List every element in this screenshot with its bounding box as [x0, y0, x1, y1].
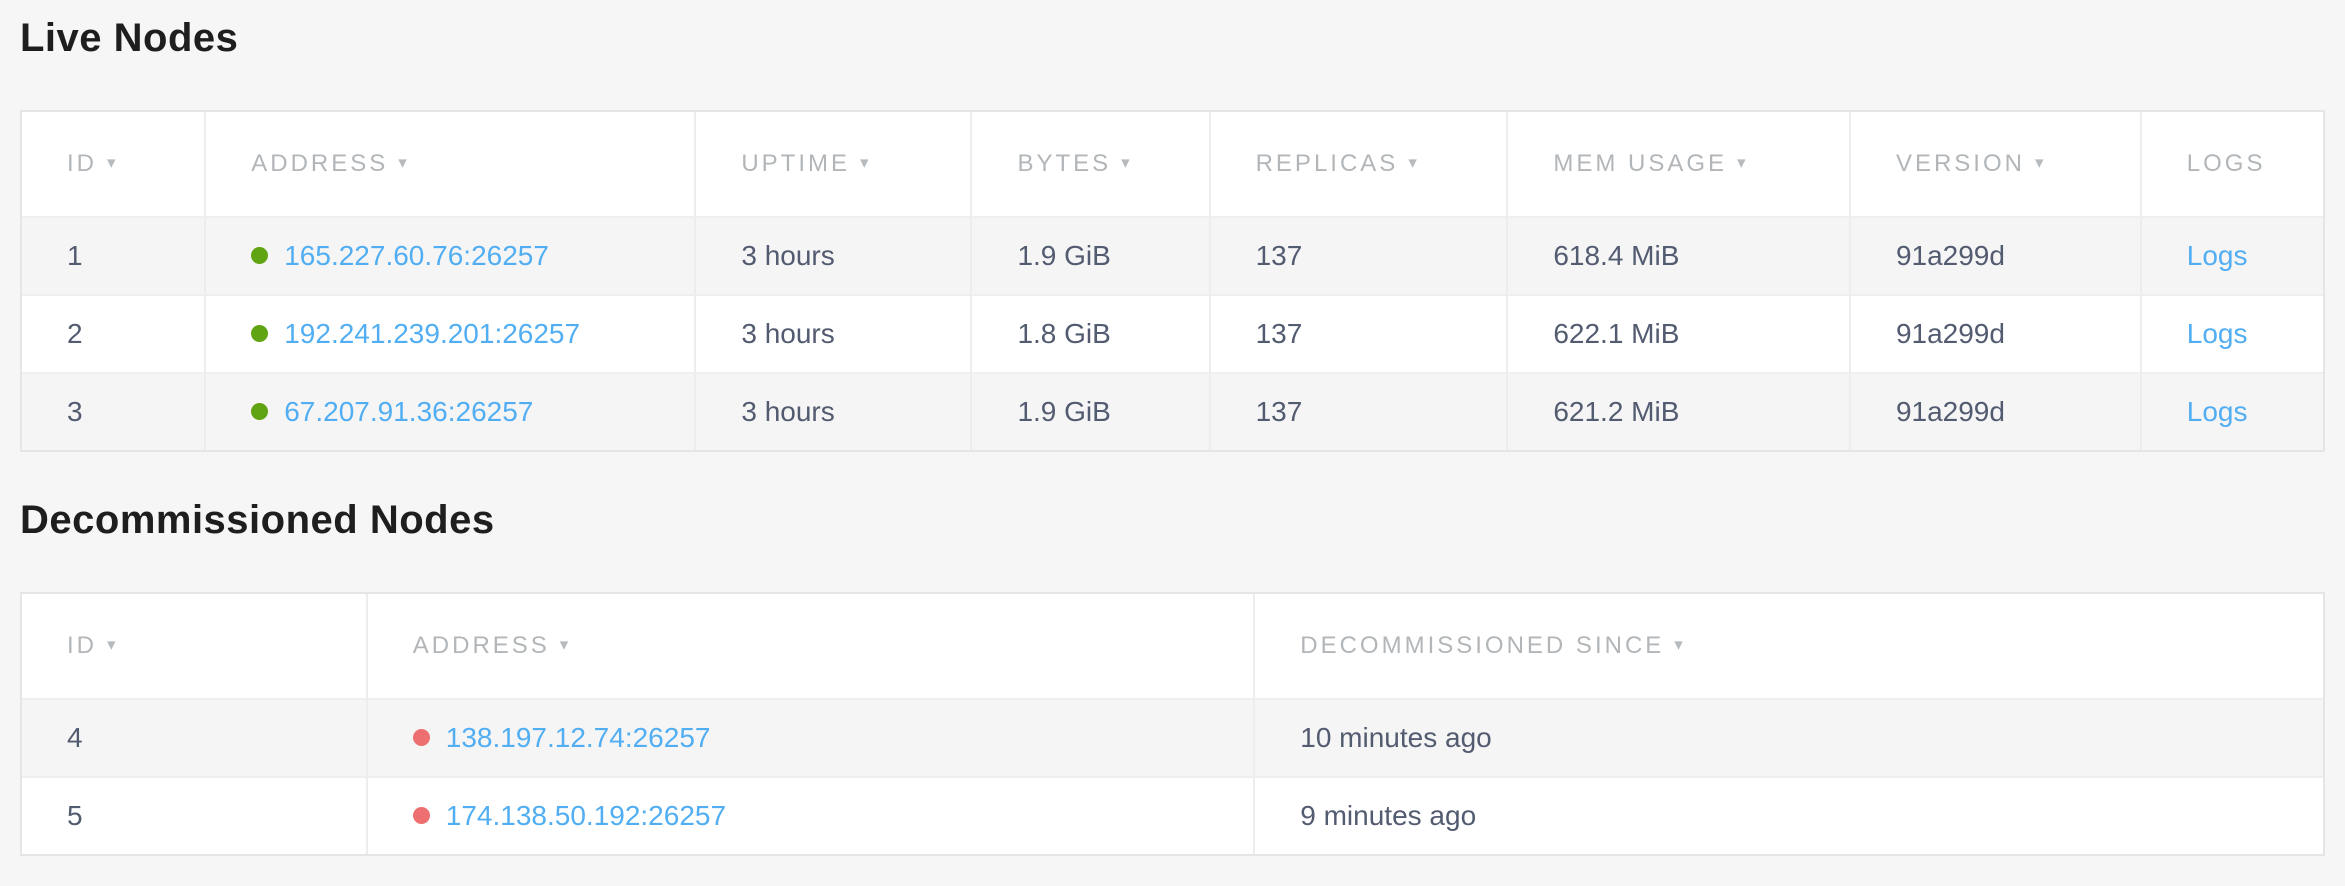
live-nodes-title: Live Nodes — [20, 0, 2325, 64]
column-header-label: UPTIME — [741, 150, 850, 177]
column-header-label: DECOMMISSIONED SINCE — [1300, 632, 1664, 659]
column-header-label: LOGS — [2187, 150, 2266, 177]
sort-arrow-icon: ▾ — [1408, 153, 1417, 172]
live-status-dot-icon — [251, 247, 268, 264]
column-header-label: REPLICAS — [1256, 150, 1399, 177]
replicas-cell: 137 — [1209, 372, 1507, 450]
mem-usage-cell: 622.1 MiB — [1506, 294, 1849, 372]
logs-cell: Logs — [2140, 216, 2323, 294]
logs-cell: Logs — [2140, 372, 2323, 450]
column-header-version[interactable]: VERSION ▾ — [1849, 112, 2140, 216]
live-nodes-header-row: ID ▾ ADDRESS ▾ UPTIME ▾ BYTES ▾ REPLICAS ▾ ME… — [22, 112, 2323, 216]
node-address-cell: 138.197.12.74:26257 — [366, 698, 1253, 776]
column-header-label: ID — [67, 632, 97, 659]
bytes-cell: 1.9 GiB — [970, 372, 1208, 450]
column-header-label: VERSION — [1896, 150, 2025, 177]
live-nodes-table: ID ▾ ADDRESS ▾ UPTIME ▾ BYTES ▾ REPLICAS ▾ ME… — [20, 110, 2325, 452]
column-header-label: ID — [67, 150, 97, 177]
column-header-replicas[interactable]: REPLICAS ▾ — [1209, 112, 1507, 216]
version-cell: 91a299d — [1849, 294, 2140, 372]
sort-arrow-icon: ▾ — [1674, 635, 1683, 654]
uptime-cell: 3 hours — [694, 294, 970, 372]
column-header-logs: LOGS — [2140, 112, 2323, 216]
table-row: 4 138.197.12.74:26257 10 minutes ago — [22, 698, 2323, 776]
uptime-cell: 3 hours — [694, 216, 970, 294]
table-row: 1 165.227.60.76:26257 3 hours 1.9 GiB 13… — [22, 216, 2323, 294]
node-id-cell: 1 — [22, 216, 204, 294]
sort-arrow-icon: ▾ — [2035, 153, 2044, 172]
decommissioned-nodes-table: ID ▾ ADDRESS ▾ DECOMMISSIONED SINCE ▾ 4 138… — [20, 592, 2325, 856]
decommissioned-nodes-header-row: ID ▾ ADDRESS ▾ DECOMMISSIONED SINCE ▾ — [22, 594, 2323, 698]
node-address-cell: 165.227.60.76:26257 — [204, 216, 694, 294]
sort-arrow-icon: ▾ — [1121, 153, 1130, 172]
column-header-label: MEM USAGE — [1553, 150, 1727, 177]
table-row: 2 192.241.239.201:26257 3 hours 1.8 GiB … — [22, 294, 2323, 372]
column-header-mem-usage[interactable]: MEM USAGE ▾ — [1506, 112, 1849, 216]
column-header-uptime[interactable]: UPTIME ▾ — [694, 112, 970, 216]
column-header-label: ADDRESS — [251, 150, 388, 177]
replicas-cell: 137 — [1209, 294, 1507, 372]
decommissioned-nodes-section: Decommissioned Nodes ID ▾ ADDRESS ▾ DECOMM… — [20, 494, 2325, 856]
logs-link[interactable]: Logs — [2187, 318, 2248, 349]
column-header-address[interactable]: ADDRESS ▾ — [204, 112, 694, 216]
column-header-label: BYTES — [1017, 150, 1111, 177]
version-cell: 91a299d — [1849, 372, 2140, 450]
table-row: 3 67.207.91.36:26257 3 hours 1.9 GiB 137… — [22, 372, 2323, 450]
logs-link[interactable]: Logs — [2187, 240, 2248, 271]
node-id-cell: 4 — [22, 698, 366, 776]
node-address-link[interactable]: 67.207.91.36:26257 — [284, 396, 533, 427]
sort-arrow-icon: ▾ — [560, 635, 569, 654]
column-header-id[interactable]: ID ▾ — [22, 594, 366, 698]
decommissioned-since-cell: 9 minutes ago — [1253, 776, 2323, 854]
version-cell: 91a299d — [1849, 216, 2140, 294]
live-status-dot-icon — [251, 403, 268, 420]
live-nodes-section: Live Nodes ID ▾ ADDRESS ▾ UPTIME ▾ BYTES ▾ R… — [20, 0, 2325, 452]
node-address-cell: 174.138.50.192:26257 — [366, 776, 1253, 854]
mem-usage-cell: 621.2 MiB — [1506, 372, 1849, 450]
replicas-cell: 137 — [1209, 216, 1507, 294]
column-header-id[interactable]: ID ▾ — [22, 112, 204, 216]
sort-arrow-icon: ▾ — [398, 153, 407, 172]
column-header-decommissioned-since[interactable]: DECOMMISSIONED SINCE ▾ — [1253, 594, 2323, 698]
node-id-cell: 5 — [22, 776, 366, 854]
node-address-link[interactable]: 174.138.50.192:26257 — [446, 800, 726, 831]
node-address-link[interactable]: 138.197.12.74:26257 — [446, 722, 711, 753]
logs-cell: Logs — [2140, 294, 2323, 372]
bytes-cell: 1.9 GiB — [970, 216, 1208, 294]
node-address-link[interactable]: 192.241.239.201:26257 — [284, 318, 580, 349]
column-header-bytes[interactable]: BYTES ▾ — [970, 112, 1208, 216]
sort-arrow-icon: ▾ — [107, 635, 116, 654]
logs-link[interactable]: Logs — [2187, 396, 2248, 427]
sort-arrow-icon: ▾ — [107, 153, 116, 172]
decommissioned-status-dot-icon — [413, 729, 430, 746]
node-address-cell: 192.241.239.201:26257 — [204, 294, 694, 372]
decommissioned-status-dot-icon — [413, 807, 430, 824]
node-id-cell: 2 — [22, 294, 204, 372]
decommissioned-nodes-title: Decommissioned Nodes — [20, 494, 2325, 546]
uptime-cell: 3 hours — [694, 372, 970, 450]
node-id-cell: 3 — [22, 372, 204, 450]
column-header-label: ADDRESS — [413, 632, 550, 659]
table-row: 5 174.138.50.192:26257 9 minutes ago — [22, 776, 2323, 854]
column-header-address[interactable]: ADDRESS ▾ — [366, 594, 1253, 698]
live-status-dot-icon — [251, 325, 268, 342]
sort-arrow-icon: ▾ — [1737, 153, 1746, 172]
node-address-link[interactable]: 165.227.60.76:26257 — [284, 240, 549, 271]
mem-usage-cell: 618.4 MiB — [1506, 216, 1849, 294]
sort-arrow-icon: ▾ — [860, 153, 869, 172]
decommissioned-since-cell: 10 minutes ago — [1253, 698, 2323, 776]
bytes-cell: 1.8 GiB — [970, 294, 1208, 372]
node-address-cell: 67.207.91.36:26257 — [204, 372, 694, 450]
